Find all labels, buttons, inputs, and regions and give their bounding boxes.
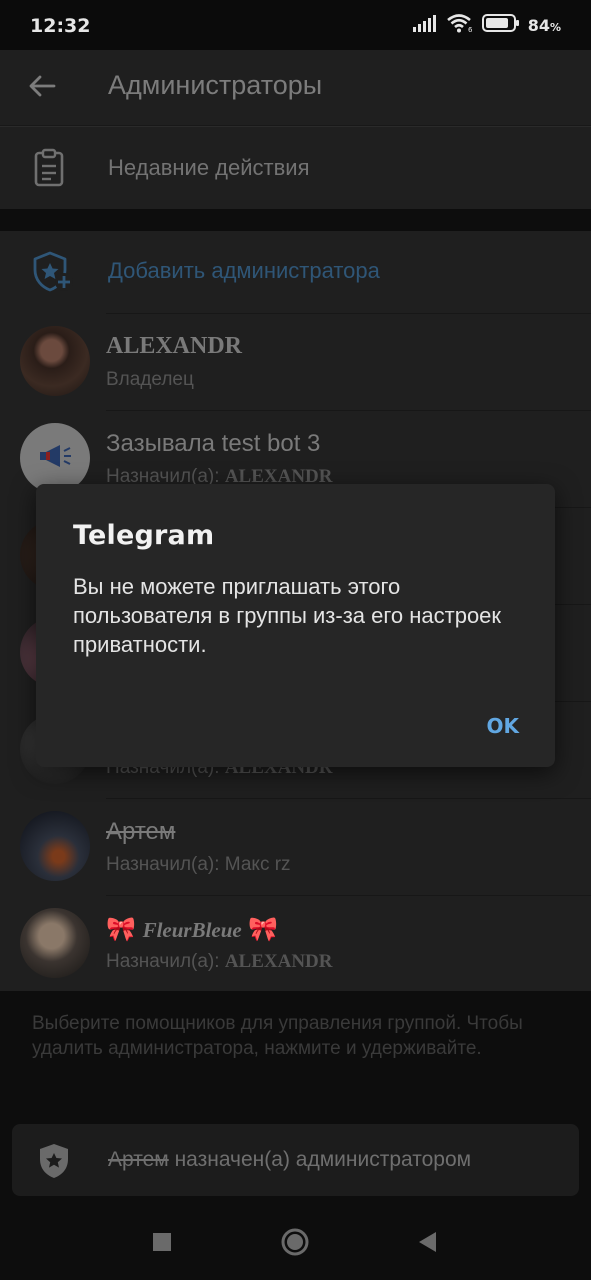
toast: Артем назначен(а) администратором [12, 1124, 579, 1196]
admin-list-item[interactable]: 🎀 FleurBleue 🎀 Назначил(а): ALEXANDR [0, 895, 591, 992]
admin-name: 🎀 FleurBleue 🎀 [106, 916, 279, 943]
divider [106, 410, 591, 411]
back-button[interactable] [18, 64, 66, 112]
page-title: Администраторы [108, 70, 323, 100]
avatar [20, 423, 90, 493]
divider [106, 798, 591, 799]
add-admin-button[interactable]: Добавить администратора [0, 231, 591, 313]
admin-assigned-by: Назначил(а): Макс rz [106, 854, 291, 875]
alert-dialog: Telegram Вы не можете приглашать этого п… [36, 484, 555, 767]
divider [106, 313, 591, 314]
status-bar: 12:32 6 84% [0, 0, 591, 50]
recent-actions-label: Недавние действия [108, 155, 310, 180]
screen: 12:32 6 84% Администраторы Недавние дейс… [0, 0, 591, 1280]
admin-name: ALEXANDR [106, 333, 243, 359]
toast-text: Артем назначен(а) администратором [108, 1148, 472, 1171]
recent-actions-row[interactable]: Недавние действия [0, 127, 591, 209]
home-button[interactable] [279, 1228, 311, 1260]
megaphone-icon [36, 441, 74, 476]
system-nav-bar [0, 1206, 591, 1280]
admin-name: Зазывала test bot 3 [106, 430, 321, 457]
shield-star-plus-icon [30, 250, 74, 299]
section-divider [0, 209, 591, 231]
back-triangle-icon [416, 1230, 438, 1259]
add-admin-label: Добавить администратора [108, 258, 380, 283]
dialog-message: Вы не можете приглашать этого пользовате… [73, 574, 502, 657]
admin-assigned-by: Назначил(а): ALEXANDR [106, 951, 333, 972]
recents-button[interactable] [146, 1228, 178, 1260]
battery-percentage: 84% [527, 15, 561, 35]
app-bar: Администраторы [0, 50, 591, 126]
home-circle-icon [280, 1227, 310, 1262]
nav-back-button[interactable] [411, 1228, 443, 1260]
admin-role: Владелец [106, 369, 194, 390]
avatar [20, 326, 90, 396]
recents-square-icon [151, 1231, 173, 1258]
avatar [20, 908, 90, 978]
svg-text:6: 6 [468, 26, 473, 33]
status-icons: 6 84% [412, 12, 561, 38]
ok-button[interactable]: OK [479, 710, 528, 742]
signal-icon [412, 14, 438, 37]
hint-text: Выберите помощников для управления групп… [32, 1013, 523, 1059]
shield-star-icon [36, 1142, 72, 1185]
dialog-title: Telegram [73, 520, 215, 551]
clipboard-icon [30, 148, 68, 193]
admin-list-item[interactable]: ALEXANDR Владелец [0, 313, 591, 410]
admin-name: Артем [106, 818, 176, 845]
status-time: 12:32 [30, 15, 91, 37]
admin-list-item[interactable]: Артем Назначил(а): Макс rz [0, 798, 591, 895]
battery-icon [481, 13, 520, 38]
wifi-icon: 6 [446, 13, 474, 38]
divider [106, 895, 591, 896]
arrow-left-icon [28, 74, 56, 103]
avatar [20, 811, 90, 881]
